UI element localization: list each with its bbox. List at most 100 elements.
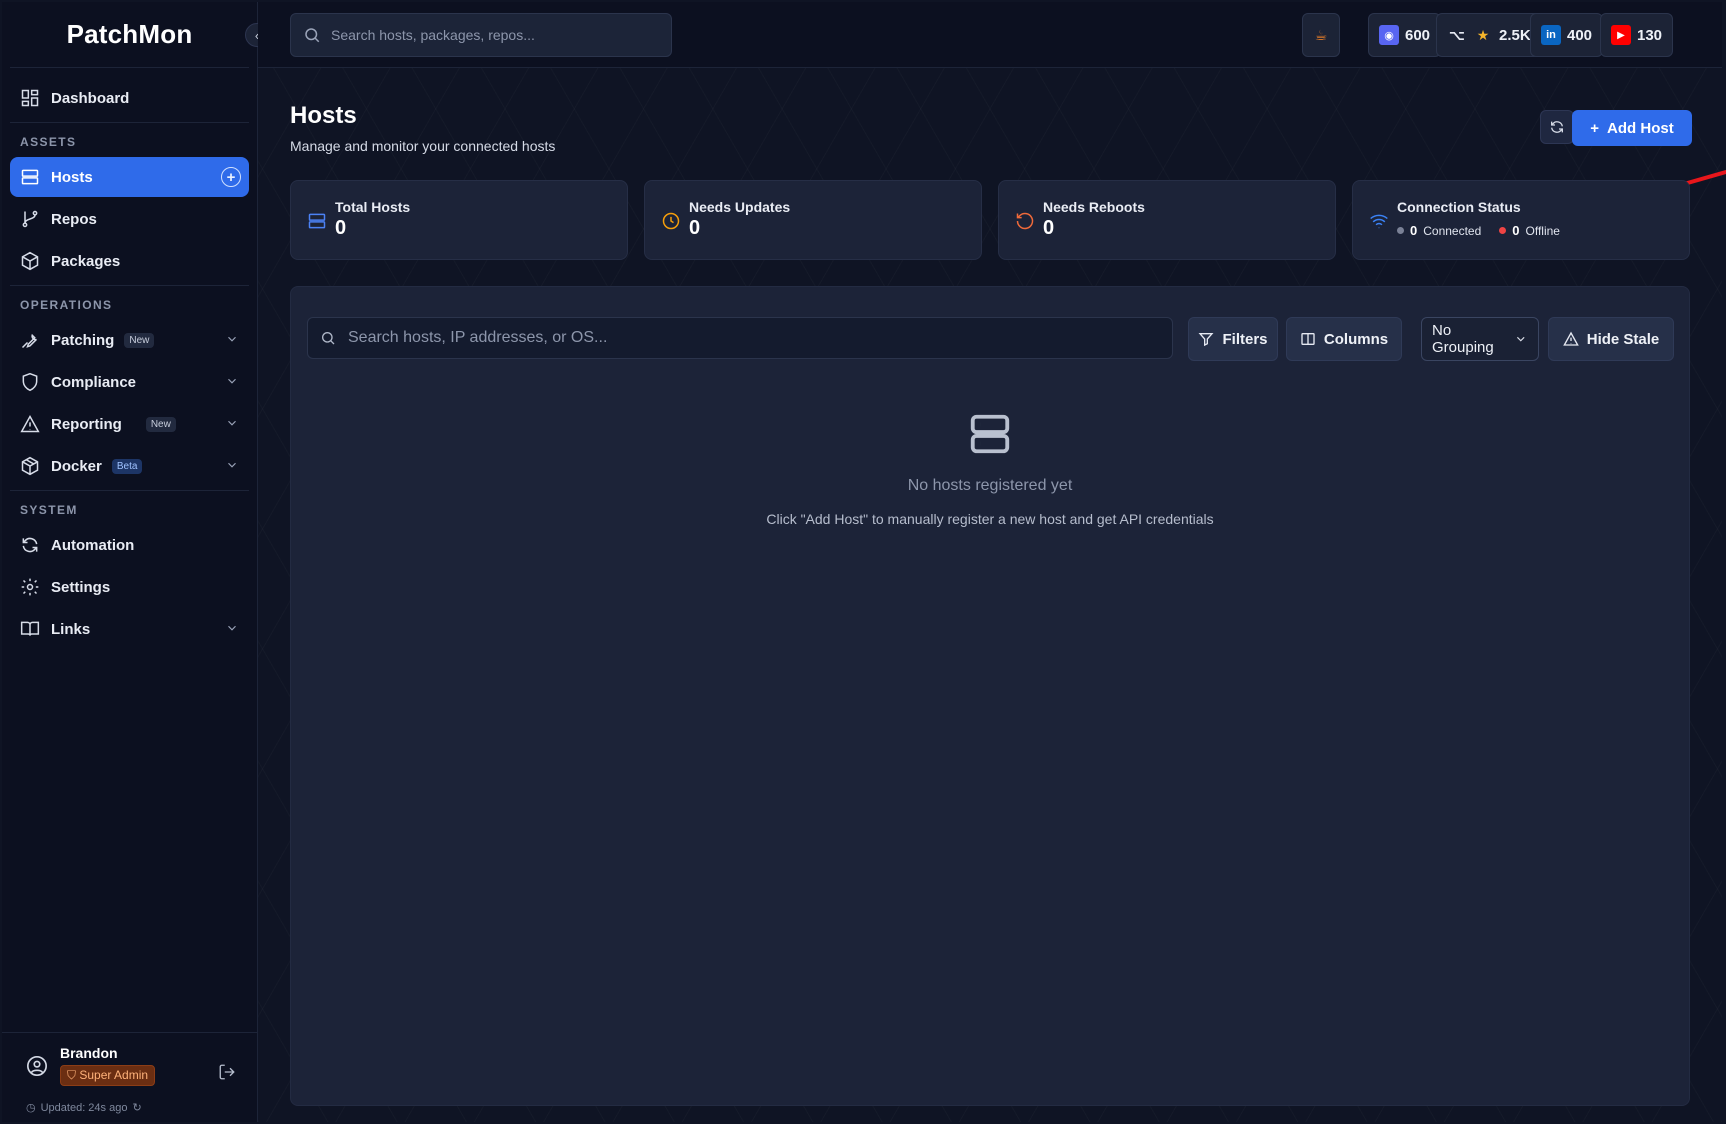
connected-dot xyxy=(1397,227,1404,234)
topbar: ☕ ◉ 600 ⌥ ★ 2.5K in 400 ▶ 130 xyxy=(258,2,1722,68)
stat-value: 0 xyxy=(689,217,701,239)
page-title: Hosts xyxy=(290,102,357,129)
coffee-cup-icon: ☕ xyxy=(1314,26,1328,43)
page-subtitle: Manage and monitor your connected hosts xyxy=(290,138,556,154)
sidebar-item-label: Docker xyxy=(51,457,102,475)
sidebar-item-patching[interactable]: Patching New xyxy=(10,320,249,360)
empty-subtitle: Click "Add Host" to manually register a … xyxy=(766,511,1214,527)
stat-label: Needs Updates xyxy=(689,199,791,215)
logout-icon[interactable] xyxy=(218,1063,236,1081)
updated-text: Updated: 24s ago xyxy=(40,1101,128,1114)
linkedin-link[interactable]: in 400 xyxy=(1530,13,1604,57)
stat-needs-reboots[interactable]: Needs Reboots 0 xyxy=(998,180,1336,260)
add-host-circle-icon[interactable]: + xyxy=(221,167,241,187)
role-badge: ⛉ Super Admin xyxy=(60,1065,156,1086)
refresh-icon xyxy=(1551,121,1563,133)
github-icon: ⌥ xyxy=(1448,26,1466,43)
columns-icon xyxy=(1301,333,1315,345)
hide-stale-button[interactable]: Hide Stale xyxy=(1548,317,1674,361)
refresh-button[interactable] xyxy=(1540,110,1574,144)
stat-needs-updates[interactable]: Needs Updates 0 xyxy=(644,180,982,260)
global-search[interactable] xyxy=(290,13,672,57)
sidebar-item-settings[interactable]: Settings xyxy=(10,567,249,607)
sidebar-item-compliance[interactable]: Compliance xyxy=(10,362,249,402)
empty-title: No hosts registered yet xyxy=(907,477,1073,494)
gear-icon xyxy=(20,577,40,597)
user-circle-icon xyxy=(26,1055,48,1077)
chevron-down-icon xyxy=(225,458,239,472)
rotate-icon xyxy=(1015,211,1035,231)
offline-label: Offline xyxy=(1525,223,1560,238)
youtube-icon: ▶ xyxy=(1611,25,1631,45)
global-search-input[interactable] xyxy=(331,27,651,43)
linkedin-count: 400 xyxy=(1567,26,1593,44)
sidebar-item-label: Hosts xyxy=(51,168,93,186)
sidebar-item-packages[interactable]: Packages xyxy=(10,241,249,281)
filters-label: Filters xyxy=(1222,330,1268,348)
refresh-cycle-icon xyxy=(20,535,40,555)
chevron-down-icon xyxy=(1517,336,1526,342)
add-host-button[interactable]: + Add Host xyxy=(1572,110,1692,146)
add-host-label: Add Host xyxy=(1607,119,1674,137)
chevron-down-icon xyxy=(225,416,239,430)
section-label-assets: ASSETS xyxy=(10,122,249,157)
refresh-small-icon[interactable]: ↻ xyxy=(132,1101,141,1114)
container-icon xyxy=(20,456,40,476)
sidebar-item-label: Dashboard xyxy=(51,89,130,107)
sidebar-item-dashboard[interactable]: Dashboard xyxy=(10,78,249,118)
github-stars: 2.5K xyxy=(1499,26,1531,44)
sidebar-item-label: Patching xyxy=(51,331,115,349)
search-icon xyxy=(322,332,335,345)
offline-dot xyxy=(1499,227,1507,234)
youtube-count: 130 xyxy=(1637,26,1663,44)
sidebar-item-label: Compliance xyxy=(51,373,137,391)
stat-connection-status[interactable]: Connection Status 0 Connected 0 Offline xyxy=(1352,180,1690,260)
coffee-button[interactable]: ☕ xyxy=(1302,13,1340,57)
clock-icon: ◷ xyxy=(26,1102,36,1114)
sidebar-item-repos[interactable]: Repos xyxy=(10,199,249,239)
server-icon xyxy=(20,167,40,187)
grouping-select[interactable]: No Grouping xyxy=(1421,317,1539,361)
columns-button[interactable]: Columns xyxy=(1286,317,1402,361)
hosts-panel: Filters Columns No Grouping Hide Stale N… xyxy=(290,286,1690,1106)
offline-count: 0 xyxy=(1512,223,1520,238)
discord-count: 600 xyxy=(1405,26,1431,44)
hosts-search[interactable] xyxy=(307,317,1173,359)
connection-summary: 0 Connected 0 Offline xyxy=(1397,223,1689,238)
filter-icon xyxy=(1199,333,1214,347)
beta-badge: Beta xyxy=(111,458,143,474)
section-label-operations: OPERATIONS xyxy=(10,285,249,320)
hosts-search-input[interactable] xyxy=(348,329,1148,347)
sidebar-item-label: Links xyxy=(51,620,91,638)
book-open-icon xyxy=(20,619,40,639)
sidebar-item-automation[interactable]: Automation xyxy=(10,525,249,565)
discord-link[interactable]: ◉ 600 xyxy=(1368,13,1442,57)
linkedin-icon: in xyxy=(1541,25,1561,45)
search-icon xyxy=(305,28,320,43)
stat-label: Total Hosts xyxy=(335,199,411,215)
brand-row: PatchMon ‹ xyxy=(10,2,269,68)
wrench-icon xyxy=(20,330,40,350)
star-icon: ★ xyxy=(1476,26,1490,43)
sidebar-item-docker[interactable]: Docker Beta xyxy=(10,446,249,486)
sidebar-item-label: Automation xyxy=(51,536,135,554)
stat-total-hosts[interactable]: Total Hosts 0 xyxy=(290,180,628,260)
brand-logo: PatchMon xyxy=(66,19,193,49)
stats-row: Total Hosts 0 Needs Updates 0 Needs Rebo… xyxy=(290,180,1690,260)
main-content: ☕ ◉ 600 ⌥ ★ 2.5K in 400 ▶ 130 Hosts Mana… xyxy=(258,2,1726,1122)
connected-count: 0 xyxy=(1410,223,1418,238)
user-profile: Brandon ⛉ Super Admin ◷ Updated: 24s ago… xyxy=(2,1032,258,1122)
hide-stale-label: Hide Stale xyxy=(1586,330,1660,348)
github-link[interactable]: ⌥ ★ 2.5K xyxy=(1436,13,1542,57)
shield-icon xyxy=(20,372,40,392)
sidebar-item-links[interactable]: Links xyxy=(10,609,249,649)
page-header: Hosts Manage and monitor your connected … xyxy=(290,102,555,154)
sidebar-item-reporting[interactable]: Reporting New xyxy=(10,404,249,444)
sidebar-item-hosts[interactable]: Hosts + xyxy=(10,157,249,197)
alert-triangle-icon xyxy=(20,414,40,434)
package-icon xyxy=(20,251,40,271)
filters-button[interactable]: Filters xyxy=(1188,317,1278,361)
sidebar: PatchMon ‹ Dashboard ASSETS Hosts + Repo… xyxy=(2,2,269,1122)
server-icon xyxy=(967,411,1013,457)
youtube-link[interactable]: ▶ 130 xyxy=(1600,13,1674,57)
